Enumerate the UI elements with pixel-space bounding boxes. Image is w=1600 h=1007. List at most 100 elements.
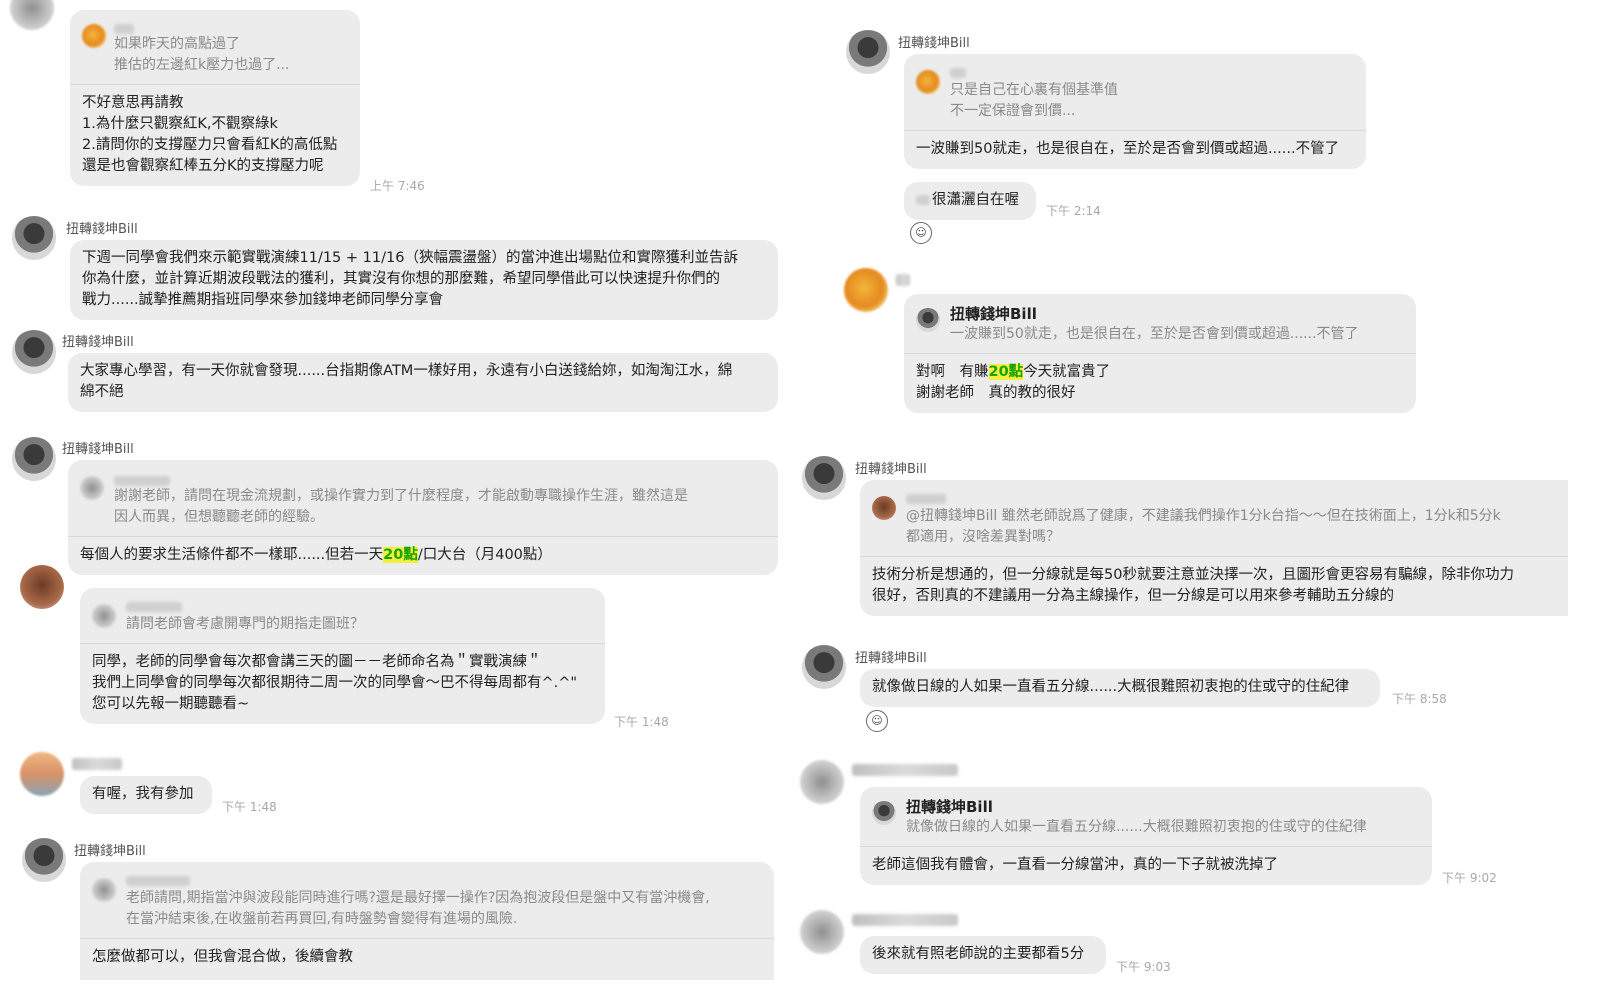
message-bubble[interactable]: 只是自己在心裏有個基準值 不一定保證會到價... 一波賺到50就走，也是很自在，… xyxy=(904,54,1366,169)
sender-name xyxy=(72,758,122,770)
reaction-icon[interactable]: ☺ xyxy=(866,710,888,732)
message-text: 大家專心學習，有一天你就會發現......台指期像ATM一樣好用，永遠有小白送錢… xyxy=(80,363,733,400)
quote-line: 只是自己在心裏有個基準值 xyxy=(950,82,1118,98)
quote-sender-name xyxy=(126,876,190,886)
message-time: 下午 2:14 xyxy=(1046,204,1101,218)
quote-avatar xyxy=(92,878,116,902)
message-text: 同學，老師的同學會每次都會講三天的圖－－老師命名為＂實戰演練＂ 我們上同學會的同… xyxy=(92,654,578,712)
highlight-text: 20點 xyxy=(988,364,1024,380)
quote-line: 老師請問,期指當沖與波段能同時進行嗎?還是最好擇一操作?因為抱波段但是盤中又有當… xyxy=(126,890,710,906)
avatar[interactable] xyxy=(20,565,64,609)
message-text: 技術分析是想通的，但一分線就是每50秒就要注意並決擇一次，且圖形會更容易有騙線，… xyxy=(872,567,1514,604)
quote-line: 謝謝老師，請問在現金流規劃，或操作實力到了什麼程度，才能啟動專職操作生涯，雖然這… xyxy=(114,488,688,504)
quoted-message[interactable]: 只是自己在心裏有個基準值 不一定保證會到價... xyxy=(904,54,1366,131)
avatar[interactable] xyxy=(846,30,890,74)
quoted-message[interactable]: 如果昨天的高點過了 推估的左邊紅k壓力也過了... xyxy=(70,10,360,85)
avatar[interactable] xyxy=(12,437,56,481)
sender-name xyxy=(852,764,958,776)
avatar[interactable] xyxy=(12,216,56,260)
quoted-message[interactable]: @扭轉錢坤Bill 雖然老師說爲了健康，不建議我們操作1分k台指～～但在技術面上… xyxy=(860,480,1568,557)
sender-name xyxy=(852,914,958,926)
message-time: 下午 8:58 xyxy=(1392,692,1447,706)
message-time: 下午 1:48 xyxy=(222,800,277,814)
quote-sender-name: 扭轉錢坤Bill xyxy=(950,305,1037,323)
quote-avatar xyxy=(916,70,940,94)
quote-sender-name xyxy=(950,68,966,78)
avatar[interactable] xyxy=(12,330,56,374)
avatar[interactable] xyxy=(20,752,64,796)
quote-line: 如果昨天的高點過了 xyxy=(114,36,240,52)
sender-name[interactable]: 扭轉錢坤Bill xyxy=(74,840,146,859)
quote-avatar xyxy=(82,24,106,48)
avatar[interactable] xyxy=(10,0,54,30)
message-bubble[interactable]: 扭轉錢坤Bill 就像做日線的人如果一直看五分線......大概很難照初衷抱的住… xyxy=(860,787,1432,885)
sender-name[interactable]: 扭轉錢坤Bill xyxy=(62,438,134,457)
avatar[interactable] xyxy=(802,456,846,500)
message-time: 下午 1:48 xyxy=(614,715,669,729)
quote-avatar xyxy=(872,496,896,520)
quote-sender-name: 扭轉錢坤Bill xyxy=(906,798,993,816)
message-bubble[interactable]: 請問老師會考慮開專門的期指走圖班？ 同學，老師的同學會每次都會講三天的圖－－老師… xyxy=(80,588,605,724)
message-text: 老師這個我有體會，一直看一分線當沖，真的一下子就被洗掉了 xyxy=(872,857,1278,873)
avatar[interactable] xyxy=(844,268,888,312)
message-bubble[interactable]: 大家專心學習，有一天你就會發現......台指期像ATM一樣好用，永遠有小白送錢… xyxy=(68,353,778,412)
message-time: 下午 9:03 xyxy=(1116,960,1171,974)
message-text: 很瀟灑自在喔 xyxy=(904,182,1036,220)
mention-name xyxy=(916,195,930,205)
message-text: 不好意思再請教 1.為什麼只觀察紅K,不觀察綠k 2.請問你的支撐壓力只會看紅K… xyxy=(82,95,338,174)
quoted-message[interactable]: 謝謝老師，請問在現金流規劃，或操作實力到了什麼程度，才能啟動專職操作生涯，雖然這… xyxy=(68,460,778,537)
quote-avatar xyxy=(916,308,940,332)
sender-name xyxy=(896,274,910,286)
message-text: 有喔，我有參加 xyxy=(92,786,194,802)
message-text: 對啊 有賺20點今天就富貴了 謝謝老師 真的教的很好 xyxy=(916,364,1111,401)
quote-sender-name xyxy=(126,602,182,612)
quoted-message[interactable]: 扭轉錢坤Bill 就像做日線的人如果一直看五分線......大概很難照初衷抱的住… xyxy=(860,787,1432,847)
quote-sender-name xyxy=(114,476,170,486)
message-bubble[interactable]: 就像做日線的人如果一直看五分線......大概很難照初衷抱的住或守的住紀律 xyxy=(860,669,1380,707)
quote-sender-name xyxy=(114,24,134,34)
quote-line: @扭轉錢坤Bill 雖然老師說爲了健康，不建議我們操作1分k台指～～但在技術面上… xyxy=(906,508,1501,524)
quote-line: 在當沖結束後,在收盤前若再買回,有時盤勢會變得有進場的風險. xyxy=(126,911,518,927)
message-bubble[interactable]: 後來就有照老師說的主要都看5分 xyxy=(860,936,1106,974)
quote-sender-name xyxy=(906,494,946,504)
reaction-icon[interactable]: ☺ xyxy=(910,222,932,244)
sender-name[interactable]: 扭轉錢坤Bill xyxy=(62,331,134,350)
message-time: 上午 7:46 xyxy=(370,179,425,193)
quote-avatar xyxy=(80,476,104,500)
avatar[interactable] xyxy=(800,760,844,804)
sender-name[interactable]: 扭轉錢坤Bill xyxy=(898,32,970,51)
message-bubble[interactable]: 下週一同學會我們來示範實戰演練11/15 + 11/16（狹幅震盪盤）的當沖進出… xyxy=(70,240,778,320)
avatar[interactable] xyxy=(800,910,844,954)
message-bubble[interactable]: 老師請問,期指當沖與波段能同時進行嗎?還是最好擇一操作?因為抱波段但是盤中又有當… xyxy=(80,862,774,980)
quote-line: 請問老師會考慮開專門的期指走圖班？ xyxy=(126,616,364,632)
sender-name[interactable]: 扭轉錢坤Bill xyxy=(855,647,927,666)
highlight-text: 20點 xyxy=(383,547,418,563)
message-text: 就像做日線的人如果一直看五分線......大概很難照初衷抱的住或守的住紀律 xyxy=(872,679,1350,695)
quoted-message[interactable]: 請問老師會考慮開專門的期指走圖班？ xyxy=(80,588,605,644)
avatar[interactable] xyxy=(802,645,846,689)
message-time: 下午 9:02 xyxy=(1442,871,1497,885)
message-text: 每個人的要求生活條件都不一樣耶......但若一天20點/口大台（月400點） xyxy=(80,547,552,563)
avatar[interactable] xyxy=(22,838,66,882)
message-bubble[interactable]: 有喔，我有參加 xyxy=(80,776,212,814)
sender-name[interactable]: 扭轉錢坤Bill xyxy=(855,458,927,477)
message-bubble[interactable]: @扭轉錢坤Bill 雖然老師說爲了健康，不建議我們操作1分k台指～～但在技術面上… xyxy=(860,480,1568,616)
quote-avatar xyxy=(872,801,896,825)
quoted-message[interactable]: 老師請問,期指當沖與波段能同時進行嗎?還是最好擇一操作?因為抱波段但是盤中又有當… xyxy=(80,862,774,939)
quote-avatar xyxy=(92,604,116,628)
sender-name[interactable]: 扭轉錢坤Bill xyxy=(66,218,138,237)
quote-line: 不一定保證會到價... xyxy=(950,103,1076,119)
message-bubble[interactable]: 扭轉錢坤Bill 一波賺到50就走，也是很自在，至於是否會到價或超過......… xyxy=(904,294,1416,413)
quote-line: 就像做日線的人如果一直看五分線......大概很難照初衷抱的住或守的住紀律 xyxy=(906,819,1367,835)
quote-line: 一波賺到50就走，也是很自在，至於是否會到價或超過......不管了 xyxy=(950,326,1359,342)
message-text: 後來就有照老師說的主要都看5分 xyxy=(872,946,1085,962)
message-bubble[interactable]: 謝謝老師，請問在現金流規劃，或操作實力到了什麼程度，才能啟動專職操作生涯，雖然這… xyxy=(68,460,778,575)
quote-line: 推估的左邊紅k壓力也過了... xyxy=(114,57,290,73)
quote-line: 因人而異，但想聽聽老師的經驗。 xyxy=(114,509,324,525)
message-text: 下週一同學會我們來示範實戰演練11/15 + 11/16（狹幅震盪盤）的當沖進出… xyxy=(82,250,738,308)
quote-line: 都適用，沒啥差異對嗎？ xyxy=(906,529,1060,545)
message-bubble[interactable]: 如果昨天的高點過了 推估的左邊紅k壓力也過了... 不好意思再請教 1.為什麼只… xyxy=(70,10,360,186)
quoted-message[interactable]: 扭轉錢坤Bill 一波賺到50就走，也是很自在，至於是否會到價或超過......… xyxy=(904,294,1416,354)
message-text: 怎麼做都可以，但我會混合做，後續會教 xyxy=(92,949,353,965)
message-bubble[interactable]: 很瀟灑自在喔 xyxy=(904,182,1036,220)
